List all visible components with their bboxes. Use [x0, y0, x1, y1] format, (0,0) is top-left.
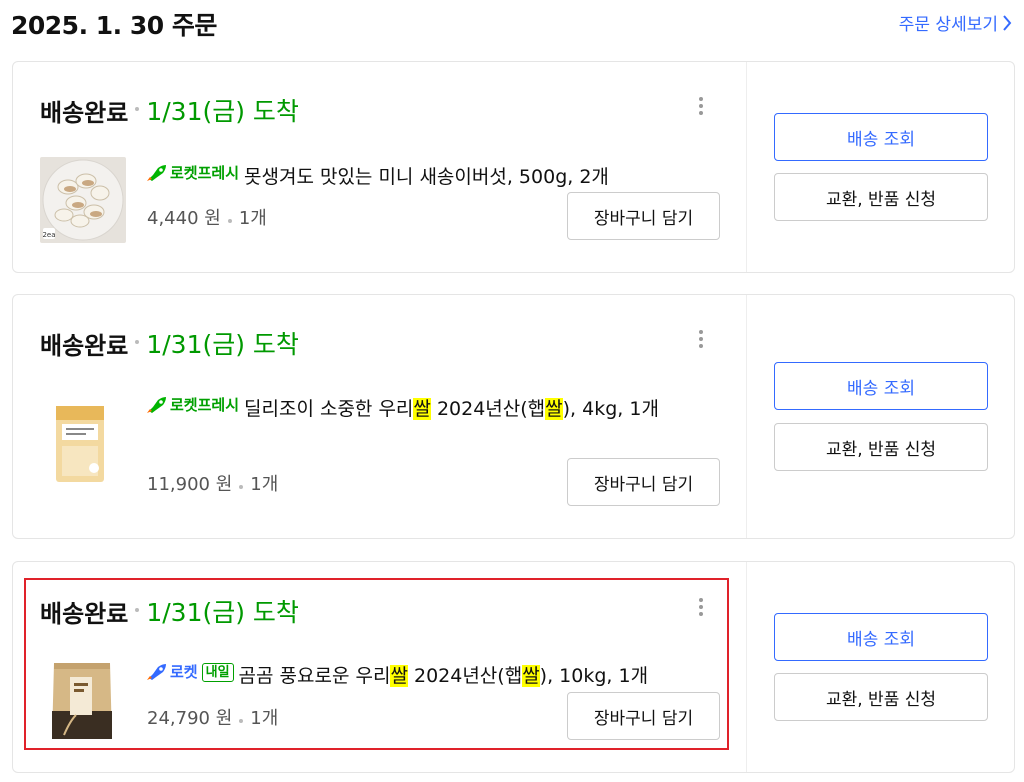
add-to-cart-button[interactable]: 장바구니 담기 — [567, 192, 720, 240]
product-thumbnail[interactable] — [40, 398, 126, 484]
separator-dot — [135, 107, 140, 111]
nextday-tag: 내일 — [201, 662, 234, 682]
rocket-icon — [147, 664, 166, 680]
order-date-title: 2025. 1. 30 주문 — [11, 11, 217, 40]
keyword-highlight: 쌀 — [413, 398, 431, 420]
product-name-text: ), 10kg, 1개 — [539, 665, 649, 687]
exchange-return-button[interactable]: 교환, 반품 신청 — [774, 173, 988, 221]
delivery-status: 배송완료 — [40, 331, 129, 360]
keyword-highlight: 쌀 — [522, 665, 540, 687]
rocket-fresh-label: 로켓프레시 — [170, 396, 240, 414]
product-name[interactable]: 로켓프레시 딜리조이 소중한 우리쌀 2024년산(햅쌀), 4kg, 1개 — [146, 390, 706, 424]
separator-dot — [135, 340, 140, 344]
more-options-icon[interactable] — [692, 330, 710, 352]
add-to-cart-button[interactable]: 장바구니 담기 — [567, 458, 720, 506]
product-thumbnail[interactable]: 2ea — [40, 157, 126, 243]
separator-dot — [135, 608, 140, 612]
track-delivery-button[interactable]: 배송 조회 — [774, 362, 988, 410]
thumb-count-label: 2ea — [42, 231, 55, 239]
product-quantity: 1개 — [250, 474, 279, 495]
product-name-text: 딜리조이 소중한 우리 — [244, 398, 414, 420]
price-row: 24,790 원 1개 — [147, 704, 278, 730]
order-card: 배송완료 1/31(금) 도착 2ea 로켓프레시 못생겨도 맛있는 미니 새송… — [12, 61, 1015, 273]
track-delivery-button[interactable]: 배송 조회 — [774, 113, 988, 161]
product-name-text: 못생겨도 맛있는 미니 새송이버섯, 500g, 2개 — [244, 166, 609, 188]
order-card: 배송완료 1/31(금) 도착 로켓프레시 딜리조이 소중한 우리쌀 2024년… — [12, 294, 1015, 539]
more-options-icon[interactable] — [692, 598, 710, 620]
price-row: 4,440 원 1개 — [147, 204, 267, 230]
rocket-fresh-badge: 로켓프레시 — [146, 158, 239, 188]
product-name[interactable]: 로켓 내일 곰곰 풍요로운 우리쌀 2024년산(햅쌀), 10kg, 1개 — [146, 657, 706, 691]
keyword-highlight: 쌀 — [390, 665, 408, 687]
order-card: 배송완료 1/31(금) 도착 로켓 내일 곰곰 풍요로운 우리쌀 2024년산… — [12, 561, 1015, 773]
add-to-cart-button[interactable]: 장바구니 담기 — [567, 692, 720, 740]
more-options-icon[interactable] — [692, 97, 710, 119]
delivery-status-row: 배송완료 1/31(금) 도착 — [40, 92, 299, 128]
product-thumbnail[interactable] — [40, 655, 126, 741]
rocket-label: 로켓 — [170, 663, 198, 681]
card-divider — [746, 295, 747, 538]
card-divider — [746, 562, 747, 772]
delivery-status-row: 배송완료 1/31(금) 도착 — [40, 593, 299, 629]
rocket-nextday-badge: 로켓 내일 — [146, 657, 234, 687]
track-delivery-button[interactable]: 배송 조회 — [774, 613, 988, 661]
delivery-status: 배송완료 — [40, 599, 129, 628]
product-price: 11,900 원 — [147, 474, 233, 495]
arrival-date: 1/31(금) 도착 — [146, 97, 299, 126]
product-quantity: 1개 — [250, 708, 279, 729]
separator-dot — [239, 485, 244, 489]
separator-dot — [239, 719, 244, 723]
chevron-right-icon — [1003, 14, 1012, 31]
product-name-text: 곰곰 풍요로운 우리 — [238, 665, 391, 687]
product-price: 4,440 원 — [147, 208, 221, 229]
rocket-icon — [147, 397, 166, 413]
rocket-fresh-label: 로켓프레시 — [170, 164, 240, 182]
product-name[interactable]: 로켓프레시 못생겨도 맛있는 미니 새송이버섯, 500g, 2개 — [146, 158, 706, 192]
rocket-icon — [147, 165, 166, 181]
price-row: 11,900 원 1개 — [147, 470, 278, 496]
arrival-date: 1/31(금) 도착 — [146, 598, 299, 627]
keyword-highlight: 쌀 — [545, 398, 563, 420]
product-quantity: 1개 — [238, 208, 267, 229]
product-name-text: 2024년산(햅 — [430, 398, 546, 420]
product-price: 24,790 원 — [147, 708, 233, 729]
order-detail-label: 주문 상세보기 — [898, 15, 998, 35]
exchange-return-button[interactable]: 교환, 반품 신청 — [774, 673, 988, 721]
separator-dot — [227, 219, 232, 223]
rocket-fresh-badge: 로켓프레시 — [146, 390, 239, 420]
product-name-text: 2024년산(햅 — [407, 665, 523, 687]
card-divider — [746, 62, 747, 272]
arrival-date: 1/31(금) 도착 — [146, 330, 299, 359]
product-name-text: ), 4kg, 1개 — [562, 398, 659, 420]
exchange-return-button[interactable]: 교환, 반품 신청 — [774, 423, 988, 471]
delivery-status: 배송완료 — [40, 98, 129, 127]
delivery-status-row: 배송완료 1/31(금) 도착 — [40, 325, 299, 361]
order-detail-link[interactable]: 주문 상세보기 — [899, 10, 1012, 35]
